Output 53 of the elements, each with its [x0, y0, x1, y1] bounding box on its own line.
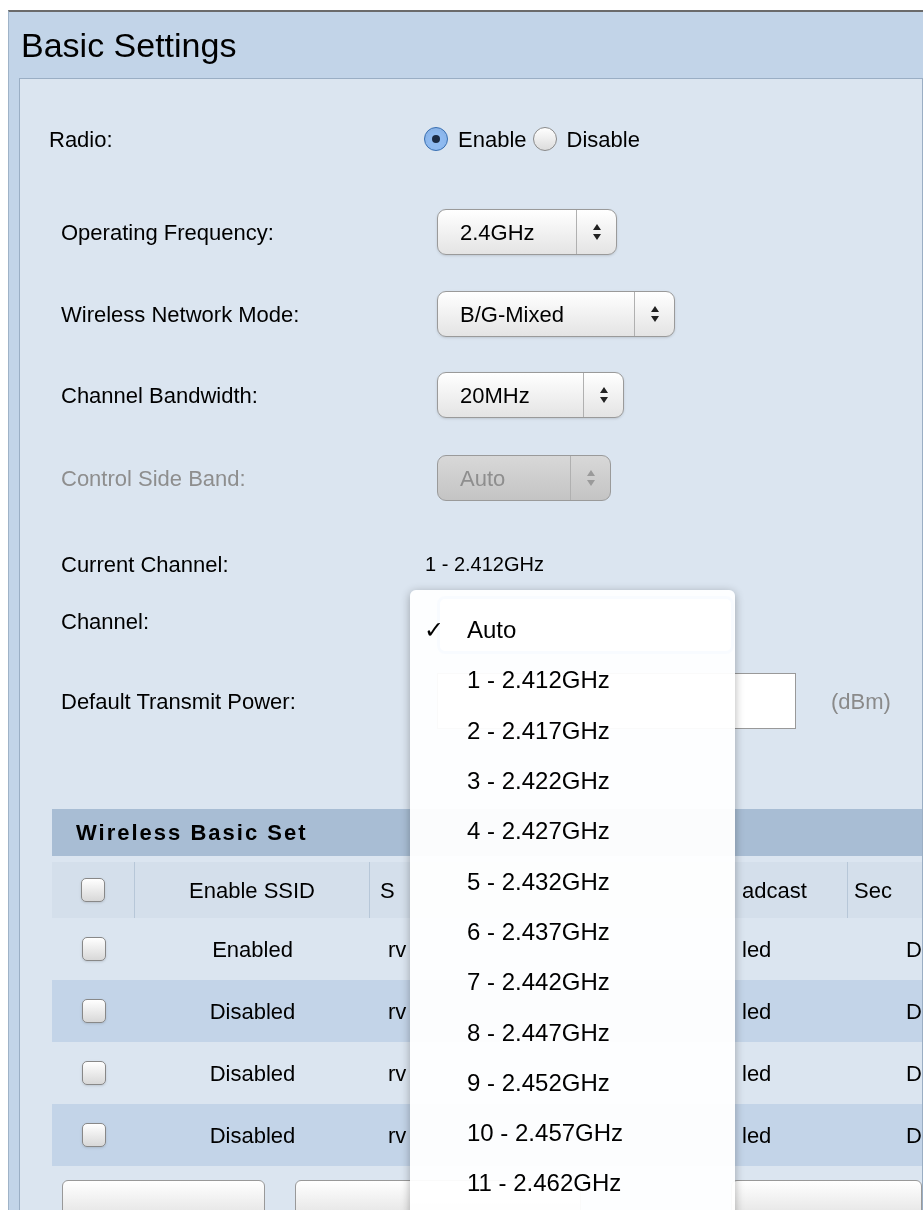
up-down-arrows-icon — [649, 305, 660, 323]
table-cell-text: Enabled — [212, 935, 293, 964]
up-down-arrows-icon — [598, 386, 609, 404]
table-cell-text: Disabled — [209, 1059, 296, 1088]
table-cell-text: Disabled — [209, 997, 296, 1026]
table-cell-text: rv — [388, 1059, 407, 1088]
checkbox[interactable] — [81, 937, 106, 961]
dropdown-select[interactable]: B/G-Mixed — [437, 291, 675, 337]
field-label: Radio: — [49, 125, 114, 154]
menu-item[interactable]: 1 - 2.412GHz — [410, 655, 735, 706]
field-label: Channel: — [61, 607, 151, 636]
table-cell-text: rv — [388, 1121, 407, 1150]
check-icon: ✓ — [424, 612, 444, 649]
dropdown-select[interactable]: 2.4GHz — [437, 209, 617, 255]
table-cell-text: Disabled — [209, 1121, 296, 1150]
table-cell-text: led — [742, 1121, 772, 1150]
cut-off-button[interactable] — [62, 1180, 266, 1210]
checkbox[interactable] — [81, 999, 106, 1023]
menu-item[interactable]: ✓ Auto — [410, 605, 735, 656]
field-value: 1 - 2.412GHz — [425, 552, 544, 577]
up-down-arrows-icon — [591, 223, 602, 241]
field-label: Wireless Network Mode: — [61, 300, 301, 329]
radio-button[interactable]: Disable — [532, 122, 640, 156]
menu-item[interactable]: 7 - 2.442GHz — [410, 957, 735, 1008]
up-down-arrows-icon — [585, 469, 596, 487]
menu-item[interactable]: 3 - 2.422GHz — [410, 755, 735, 807]
field-label: Default Transmit Power: — [61, 687, 297, 716]
menu-item[interactable]: 4 - 2.427GHz — [410, 806, 735, 857]
table-cell-text: D — [906, 1121, 922, 1150]
table-cell-text: rv — [388, 997, 407, 1026]
menu-item[interactable]: 2 - 2.417GHz — [410, 705, 735, 756]
table-cell-text: led — [742, 997, 772, 1026]
unit-label: (dBm) — [831, 687, 891, 716]
field-label: Operating Frequency: — [61, 218, 275, 247]
menu-item[interactable]: 8 - 2.447GHz — [410, 1007, 735, 1058]
checkbox[interactable] — [81, 1061, 106, 1085]
field-label: Control Side Band: — [61, 464, 247, 493]
table-cell-text: D — [906, 935, 922, 964]
menu-item[interactable]: 10 - 2.457GHz — [410, 1107, 735, 1159]
table-cell-text: led — [742, 1059, 772, 1088]
table-cell-text: rv — [388, 935, 407, 964]
radio-button[interactable]: Enable — [424, 122, 527, 156]
page-title: Basic Settings — [20, 24, 238, 66]
menu-item[interactable]: 11 - 2.462GHz — [410, 1158, 735, 1209]
table-cell-text: led — [742, 935, 772, 964]
field-label: Current Channel: — [61, 550, 230, 579]
checkbox[interactable] — [81, 878, 105, 902]
checkbox[interactable] — [81, 1123, 106, 1147]
dropdown-select[interactable]: 20MHz — [437, 372, 624, 418]
field-label: Channel Bandwidth: — [61, 381, 259, 410]
table-cell-text: D — [906, 997, 922, 1026]
menu-item[interactable]: 9 - 2.452GHz — [410, 1057, 735, 1108]
table-cell-text: D — [906, 1059, 922, 1088]
